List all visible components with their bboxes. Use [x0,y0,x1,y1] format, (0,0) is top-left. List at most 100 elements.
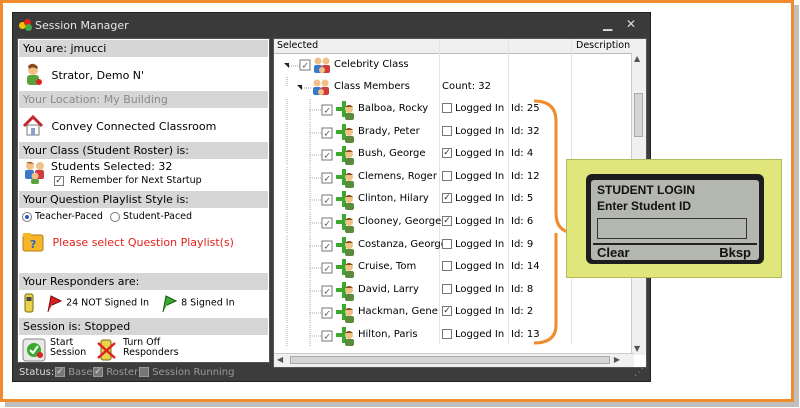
student-icon [336,168,354,188]
scroll-up-icon[interactable]: ▲ [634,54,640,63]
class-header: Your Class (Student Roster) is: [19,142,268,159]
tree-line-icon: ✓ [286,212,333,234]
col-description[interactable]: Description [576,39,630,53]
student-icon [336,101,354,120]
teacher-paced-radio[interactable] [22,211,32,222]
remember-label: Remember for Next Startup [70,175,202,186]
logged-in-checkbox: ✓ [442,193,452,204]
horizontal-scroll-thumb[interactable] [290,356,610,364]
scroll-right-icon[interactable]: ▶ [614,355,620,364]
student-icon [336,214,354,233]
status-session: Session Running [139,364,235,381]
student-paced-label[interactable]: Student-Paced [123,211,192,222]
base-checkbox: ✓ [55,367,65,377]
class-row [22,160,48,184]
logged-in-field: Logged In [442,170,504,182]
col-selected[interactable]: Selected [277,39,318,53]
svg-text:✓: ✓ [324,152,332,162]
window-title: Session Manager [35,19,129,32]
playlist-folder-icon[interactable]: ? [22,230,44,254]
start-session-icon[interactable] [22,338,46,362]
scroll-down-icon[interactable]: ▼ [634,344,640,353]
svg-text:✓: ✓ [324,174,332,184]
student-name[interactable]: Clooney, George [358,216,441,227]
student-name[interactable]: Brady, Peter [358,126,420,137]
red-flag-icon [47,295,63,313]
logged-in-field: ✓ Logged In [442,148,504,159]
session-running-label: Session Running [152,367,235,378]
tree-line-icon: ✓ [286,189,333,212]
session-header: Session is: Stopped [19,318,268,335]
vertical-scroll-thumb[interactable] [634,93,643,137]
turn-off-responders-button[interactable]: Turn Off Responders [95,338,179,362]
lcd-clear-label: Clear [597,245,630,260]
logged-in-field: Logged In [442,261,504,272]
logged-in-field: ✓ Logged In [442,193,504,204]
svg-text:?: ? [30,238,36,251]
logged-in-label: Logged In [455,103,505,114]
lcd-line2: Enter Student ID [597,199,692,213]
title-bar: Session Manager ▁ ✕ [13,13,650,37]
student-name[interactable]: Costanza, George [358,239,447,250]
roster-label: Roster [106,367,139,378]
tree-members-label[interactable]: Class Members [334,81,410,92]
logged-in-checkbox [442,261,452,272]
tree-header: Selected Description [274,39,646,54]
teacher-paced-label[interactable]: Teacher-Paced [35,211,103,222]
students-selected: Students Selected: 32 [51,160,173,173]
close-icon[interactable]: ✕ [626,17,636,31]
remember-checkbox[interactable]: ✓ [54,175,64,186]
class-group-icon [314,57,330,73]
classroom-icon [22,114,44,136]
tree-line-icon: ✓ [286,121,333,144]
student-name[interactable]: Balboa, Rocky [358,103,428,114]
tree-line-icon: ✓ [286,325,333,347]
logged-in-label: Logged In [455,148,505,160]
session-info-panel: You are: jmucci Strator, Demo N' Your Lo… [17,38,270,363]
student-paced-radio[interactable] [109,211,120,222]
student-name[interactable]: Bush, George [358,148,426,159]
student-icon [336,123,354,143]
logged-in-label: Logged In [455,261,505,273]
svg-text:✓: ✓ [302,62,310,72]
responder-device-icon [24,293,34,313]
resize-grip-icon[interactable]: ⋰ [634,364,644,381]
turnoff-line2[interactable]: Responders [123,348,179,358]
playlist-warning-text[interactable]: Please select Question Playlist(s) [53,236,234,249]
student-name[interactable]: Hackman, Gene [358,306,438,317]
signed-count: 8 Signed In [181,297,235,309]
logged-in-checkbox [442,329,452,339]
tree-root-row[interactable]: ✓ Celebrity Class [274,55,619,77]
user-name: Strator, Demo N' [51,68,145,82]
lcd-line1: STUDENT LOGIN [597,183,695,197]
playlist-style-options: Teacher-Paced Student-Paced [22,211,192,222]
start-line2[interactable]: Session [50,348,86,358]
status-bar: Status: ✓ Base ✓ Roster Session Running … [13,364,650,381]
svg-text:✓: ✓ [324,129,332,139]
playlist-warning-row[interactable]: ? Please select Question Playlist(s) [22,230,234,254]
svg-text:✓: ✓ [324,287,332,297]
student-name[interactable]: Hilton, Paris [358,329,418,340]
tree-root-label[interactable]: Celebrity Class [334,59,409,70]
remember-row[interactable]: ✓ Remember for Next Startup [54,175,202,186]
device-lcd: STUDENT LOGIN Enter Student ID Clear Bks… [591,180,759,260]
turn-off-responders-icon[interactable] [95,338,119,362]
student-id-box [597,218,747,239]
tree-line-icon: ✓ [286,99,333,121]
start-session-button[interactable]: Start Session [22,338,86,362]
student-name[interactable]: David, Larry [358,284,419,295]
student-name[interactable]: Clinton, Hilary [358,193,429,204]
student-icon [336,281,354,301]
classroom-name: Convey Connected Classroom [51,119,217,133]
student-name[interactable]: Cruise, Tom [358,261,416,272]
student-name[interactable]: Clemens, Roger [358,171,437,182]
logged-in-label: Logged In [455,125,505,137]
tree-line-icon: ✓ [286,144,333,167]
logged-in-checkbox: ✓ [442,148,452,159]
svg-text:✓: ✓ [324,220,332,230]
minimize-icon[interactable]: ▁ [603,17,612,31]
you-are-header: You are: jmucci [19,40,268,57]
student-icon [336,304,354,324]
scroll-left-icon[interactable]: ◀ [277,355,283,364]
student-icon [336,236,354,256]
